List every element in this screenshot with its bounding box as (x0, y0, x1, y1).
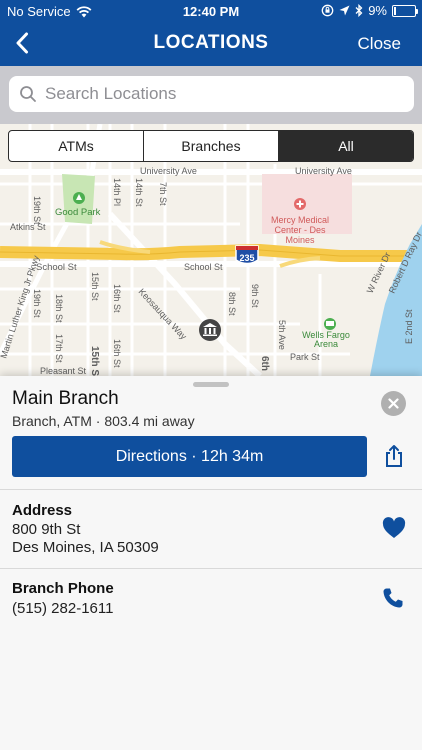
map-label-19th-st: 19th St (32, 196, 42, 225)
divider (0, 568, 422, 569)
branch-name: Main Branch (12, 388, 119, 409)
map-label-14th-st: 14th St (134, 178, 144, 207)
search-bar (0, 66, 422, 124)
filter-all[interactable]: All (279, 131, 413, 161)
map-label-9th-st: 9th St (250, 284, 260, 308)
address-line-1: 800 9th St (12, 521, 81, 538)
close-icon (388, 398, 399, 409)
search-field[interactable] (9, 76, 414, 112)
bluetooth-icon (355, 4, 363, 17)
map-label-e-2nd-st: E 2nd St (404, 309, 414, 344)
address-line-2: Des Moines, IA 50309 (12, 539, 159, 556)
map-label-15th-st: 15th St (90, 272, 100, 301)
map-label-18th-st: 18th St (54, 294, 64, 323)
location-arrow-icon (339, 5, 350, 16)
map-label-6th: 6th (259, 356, 270, 371)
directions-button[interactable]: Directions · 12h 34m (12, 436, 367, 477)
branch-detail-sheet: Main Branch Branch, ATM · 803.4 mi away … (0, 376, 422, 750)
map-label-mercy-3: Moines (285, 235, 315, 245)
filter-branches[interactable]: Branches (144, 131, 279, 161)
map-label-16th-st: 16th St (112, 284, 122, 313)
map-label-16th-st-south: 16th St (112, 339, 122, 368)
nav-bar: LOCATIONS Close (0, 22, 422, 66)
map-label-mercy-1: Mercy Medical (271, 215, 329, 225)
divider (0, 489, 422, 490)
map-label-school-st-east: School St (184, 262, 223, 272)
phone-icon[interactable] (382, 587, 404, 609)
share-icon[interactable] (384, 444, 404, 468)
branch-subtitle: Branch, ATM · 803.4 mi away (12, 413, 195, 429)
orientation-lock-icon (321, 4, 334, 17)
battery-icon (392, 4, 418, 17)
close-button[interactable]: Close (358, 34, 401, 54)
map-label-7th-st: 7th St (158, 182, 168, 206)
arena-icon (324, 318, 336, 330)
map-label-19th-st-south: 19th St (32, 289, 42, 318)
map-label-8th-st: 8th St (227, 292, 237, 316)
location-filter: ATMs Branches All (8, 130, 414, 162)
hospital-icon (294, 198, 306, 210)
map-label-5th-ave: 5th Ave (277, 320, 287, 350)
address-label: Address (12, 502, 73, 519)
sheet-grabber[interactable] (193, 382, 229, 387)
battery-percent: 9% (368, 3, 387, 18)
park-icon (73, 192, 85, 204)
phone-label: Branch Phone (12, 580, 114, 597)
heart-icon[interactable] (382, 517, 406, 539)
bank-marker-icon[interactable] (199, 319, 221, 341)
filter-atms[interactable]: ATMs (9, 131, 144, 161)
map-label-17th-st: 17th St (54, 334, 64, 363)
map-label-park-st: Park St (290, 352, 320, 362)
map-label-wells-fargo-2: Arena (314, 339, 338, 349)
map-label-14th-pl: 14th Pl (112, 178, 122, 206)
search-icon (20, 86, 36, 102)
battery-level (394, 6, 396, 15)
map-label-15th-st-south: 15th St (89, 346, 100, 376)
map-label-pleasant-st: Pleasant St (40, 366, 87, 376)
map-label-university-ave-east: University Ave (295, 166, 352, 176)
dismiss-button[interactable] (381, 391, 406, 416)
status-bar: No Service 12:40 PM 9% (0, 0, 422, 22)
search-input[interactable] (45, 84, 405, 104)
map-label-235: 235 (239, 253, 254, 263)
map-label-university-ave: University Ave (140, 166, 197, 176)
phone-number[interactable]: (515) 282-1611 (12, 599, 113, 618)
map-label-school-st: School St (36, 262, 77, 273)
map-label-good-park: Good Park (55, 207, 101, 218)
interstate-shield-icon: 235 (235, 245, 259, 265)
map-label-mercy-2: Center - Des (274, 225, 326, 235)
